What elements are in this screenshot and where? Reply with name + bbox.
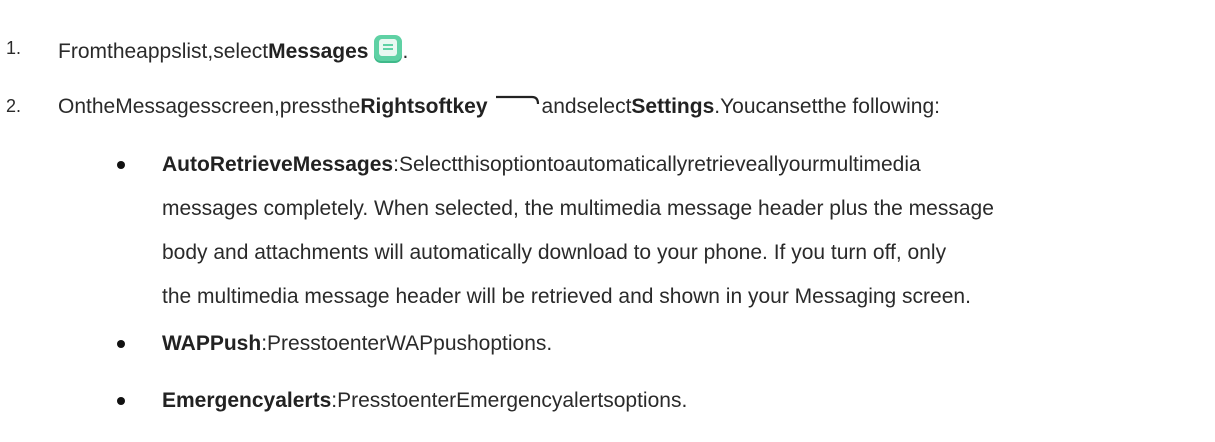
option-description: PresstoenterEmergencyalertsoptions. bbox=[337, 389, 688, 412]
option-description: PresstoenterWAPpushoptions. bbox=[267, 332, 553, 355]
bullet-icon bbox=[117, 161, 125, 169]
bullet-icon bbox=[117, 397, 125, 405]
option-title: AutoRetrieveMessages bbox=[162, 153, 394, 176]
option-line: Emergencyalerts:PresstoenterEmergencyale… bbox=[162, 386, 687, 416]
option-description-line: body and attachments will automatically … bbox=[162, 241, 947, 264]
bullet-icon bbox=[117, 340, 125, 348]
right-softkey-icon bbox=[495, 95, 540, 107]
option-description-line: the multimedia message header will be re… bbox=[162, 285, 971, 308]
option-description-line: messages completely. When selected, the … bbox=[162, 197, 994, 220]
option-title: Emergencyalerts bbox=[162, 389, 332, 412]
step-suffix: . bbox=[402, 40, 409, 63]
step-text-middle: andselect bbox=[541, 95, 632, 118]
step-suffix: .Youcansetthe following: bbox=[714, 95, 940, 118]
step-text: OntheMessagesscreen,pressthe bbox=[58, 95, 361, 118]
step-text: Fromtheappslist,select bbox=[58, 40, 269, 63]
step-2-text: OntheMessagesscreen,presstheRightsoftkey… bbox=[58, 92, 940, 122]
app-name-messages: Messages bbox=[268, 40, 369, 63]
instruction-document: 1. Fromtheappslist,selectMessages . 2. O… bbox=[0, 0, 1215, 442]
option-description: Selectthisoptiontoautomaticallyretrievea… bbox=[398, 153, 921, 176]
option-line: WAPPush:PresstoenterWAPpushoptions. bbox=[162, 329, 552, 359]
option-first-line: AutoRetrieveMessages:Selectthisoptiontoa… bbox=[162, 150, 921, 180]
messages-app-icon bbox=[373, 34, 403, 64]
right-softkey-label: Rightsoftkey bbox=[360, 95, 488, 118]
option-title: WAPPush bbox=[162, 332, 262, 355]
step-number: 1. bbox=[6, 38, 22, 58]
step-1-text: Fromtheappslist,selectMessages . bbox=[58, 34, 408, 64]
settings-label: Settings bbox=[631, 95, 715, 118]
step-number: 2. bbox=[6, 96, 22, 116]
